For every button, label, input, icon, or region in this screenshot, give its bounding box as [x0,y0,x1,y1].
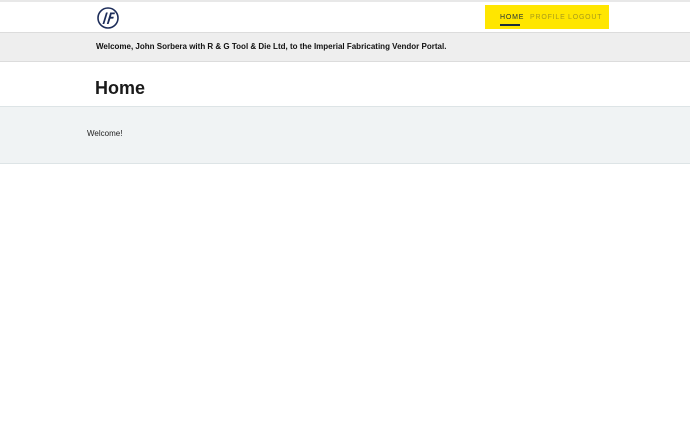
nav-profile-link[interactable]: PROFILE [530,14,566,22]
nav-home-link[interactable]: HOME [500,14,524,22]
nav-logout-link[interactable]: LOGOUT [568,14,602,22]
welcome-message: Welcome, John Sorbera with R & G Tool & … [96,42,447,51]
content-panel: Welcome! [0,106,690,164]
main-nav: HOME PROFILE LOGOUT [485,5,609,29]
content-text: Welcome! [87,129,123,138]
site-header: HOME PROFILE LOGOUT [0,2,690,32]
active-nav-underline [500,24,520,26]
imperial-fabricating-logo-icon [97,7,119,29]
welcome-bar: Welcome, John Sorbera with R & G Tool & … [0,32,690,62]
page-title: Home [95,78,146,98]
logo-link[interactable] [97,7,119,29]
